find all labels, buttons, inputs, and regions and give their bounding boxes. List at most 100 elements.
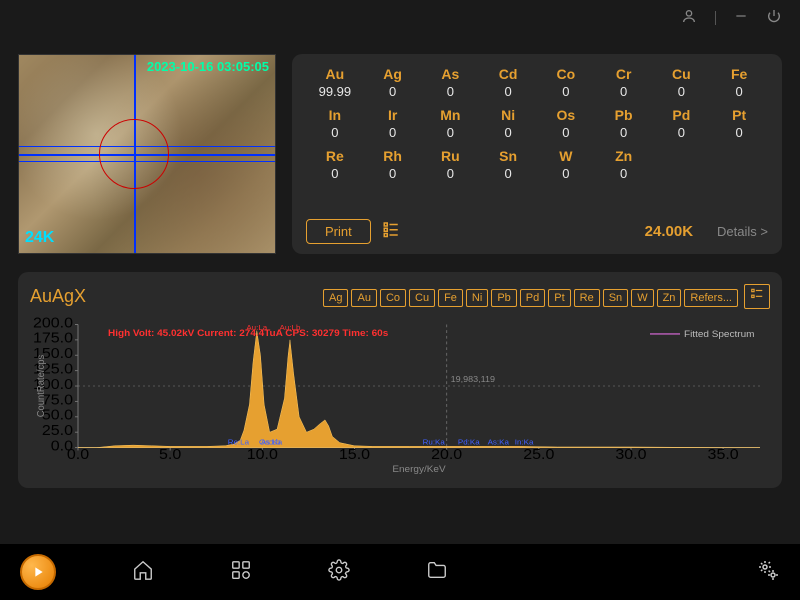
svg-text:10.0: 10.0 (247, 446, 278, 463)
separator (715, 11, 716, 25)
svg-text:5.0: 5.0 (159, 446, 182, 463)
element-value: 0 (422, 125, 480, 144)
svg-text:200.0: 200.0 (33, 315, 73, 331)
element-symbol: Ir (364, 105, 422, 123)
element-symbol: Mn (422, 105, 480, 123)
element-chip[interactable]: Ag (323, 289, 348, 307)
svg-text:19,983,119: 19,983,119 (451, 374, 495, 384)
minimize-icon[interactable] (734, 9, 748, 28)
element-chip[interactable]: Pb (491, 289, 516, 307)
svg-text:Au:Lb: Au:Lb (280, 323, 301, 332)
svg-text:As:Ka: As:Ka (488, 438, 510, 447)
element-value: 0 (306, 166, 364, 185)
element-symbol: W (537, 146, 595, 164)
element-value: 0 (306, 125, 364, 144)
details-link[interactable]: Details > (717, 224, 768, 239)
svg-text:0.0: 0.0 (67, 446, 90, 463)
element-symbol: Ni (479, 105, 537, 123)
svg-text:35.0: 35.0 (708, 446, 739, 463)
element-value: 0 (479, 84, 537, 103)
element-chip[interactable]: Zn (657, 289, 682, 307)
element-chip[interactable]: Co (380, 289, 406, 307)
spectrum-plot[interactable]: 0.025.050.075.0100.0125.0150.0175.0200.0… (30, 315, 770, 476)
element-symbol: Os (537, 105, 595, 123)
svg-text:20.0: 20.0 (431, 446, 462, 463)
list-view-icon[interactable] (381, 220, 401, 243)
results-panel: AuAgAsCdCoCrCuFe99.990000000InIrMnNiOsPb… (292, 54, 782, 254)
settings-icon[interactable] (328, 559, 350, 586)
svg-text:Re:La: Re:La (228, 438, 250, 447)
element-value: 0 (710, 125, 768, 144)
element-value: 0 (595, 84, 653, 103)
timestamp: 2023-10-16 03:05:05 (147, 59, 269, 74)
element-symbol: Ag (364, 64, 422, 82)
element-chip[interactable]: Pt (548, 289, 570, 307)
element-symbol: Cu (653, 64, 711, 82)
element-grid: AuAgAsCdCoCrCuFe99.990000000InIrMnNiOsPb… (306, 64, 768, 185)
print-button[interactable]: Print (306, 219, 371, 244)
element-value: 0 (479, 125, 537, 144)
element-symbol: Ru (422, 146, 480, 164)
svg-text:25.0: 25.0 (42, 422, 73, 439)
element-value: 0 (364, 125, 422, 144)
camera-karat-label: 24K (25, 229, 54, 247)
power-icon[interactable] (766, 8, 782, 29)
svg-text:30.0: 30.0 (615, 446, 646, 463)
element-value: 0 (422, 84, 480, 103)
element-symbol: Re (306, 146, 364, 164)
element-symbol: Pd (653, 105, 711, 123)
element-chip[interactable]: Refers... (684, 289, 738, 307)
element-chip[interactable]: Fe (438, 289, 463, 307)
sample-camera-view: 2023-10-16 03:05:05 24K (18, 54, 276, 254)
element-value: 0 (595, 166, 653, 185)
advanced-settings-icon[interactable] (756, 558, 780, 587)
element-value: 0 (422, 166, 480, 185)
element-symbol: As (422, 64, 480, 82)
user-icon[interactable] (681, 8, 697, 29)
element-symbol: Fe (710, 64, 768, 82)
bottom-navbar (0, 544, 800, 600)
element-symbol: Zn (595, 146, 653, 164)
element-value: 0 (653, 125, 711, 144)
element-value: 0 (710, 84, 768, 103)
element-chip[interactable]: Sn (603, 289, 628, 307)
svg-text:25.0: 25.0 (523, 446, 554, 463)
element-symbol: Rh (364, 146, 422, 164)
spectrum-list-icon[interactable] (744, 284, 770, 309)
svg-text:Fitted Spectrum: Fitted Spectrum (684, 329, 754, 340)
svg-text:As:Ka: As:Ka (261, 438, 283, 447)
svg-text:175.0: 175.0 (33, 330, 73, 347)
element-symbol: Co (537, 64, 595, 82)
svg-text:Energy/KeV: Energy/KeV (392, 464, 446, 475)
svg-text:In:Ka: In:Ka (515, 438, 534, 447)
svg-text:Pd:Ka: Pd:Ka (458, 438, 480, 447)
element-chip[interactable]: Ni (466, 289, 488, 307)
spectrum-title: AuAgX (30, 286, 86, 307)
element-chip[interactable]: Pd (520, 289, 545, 307)
svg-text:15.0: 15.0 (339, 446, 370, 463)
element-chip[interactable]: Au (351, 289, 376, 307)
element-chip[interactable]: Re (574, 289, 600, 307)
element-symbol: Pb (595, 105, 653, 123)
element-value: 0 (537, 125, 595, 144)
element-value: 0 (479, 166, 537, 185)
svg-text:Au:La: Au:La (246, 323, 268, 332)
element-value: 0 (537, 166, 595, 185)
element-symbol: Cr (595, 64, 653, 82)
home-icon[interactable] (132, 559, 154, 586)
element-value: 0 (364, 84, 422, 103)
element-value: 0 (595, 125, 653, 144)
element-value: 0 (537, 84, 595, 103)
folder-icon[interactable] (426, 559, 448, 586)
element-value: 99.99 (306, 84, 364, 103)
element-symbol: Au (306, 64, 364, 82)
element-value: 0 (364, 166, 422, 185)
element-chip[interactable]: W (631, 289, 653, 307)
element-symbol: Pt (710, 105, 768, 123)
spectrum-panel: AuAgX AgAuCoCuFeNiPbPdPtReSnWZnRefers...… (18, 272, 782, 488)
apps-icon[interactable] (230, 559, 252, 586)
element-chip[interactable]: Cu (409, 289, 435, 307)
svg-text:CountRate/cps: CountRate/cps (36, 355, 47, 418)
play-button[interactable] (20, 554, 56, 590)
svg-text:Ru:Ka: Ru:Ka (423, 438, 446, 447)
